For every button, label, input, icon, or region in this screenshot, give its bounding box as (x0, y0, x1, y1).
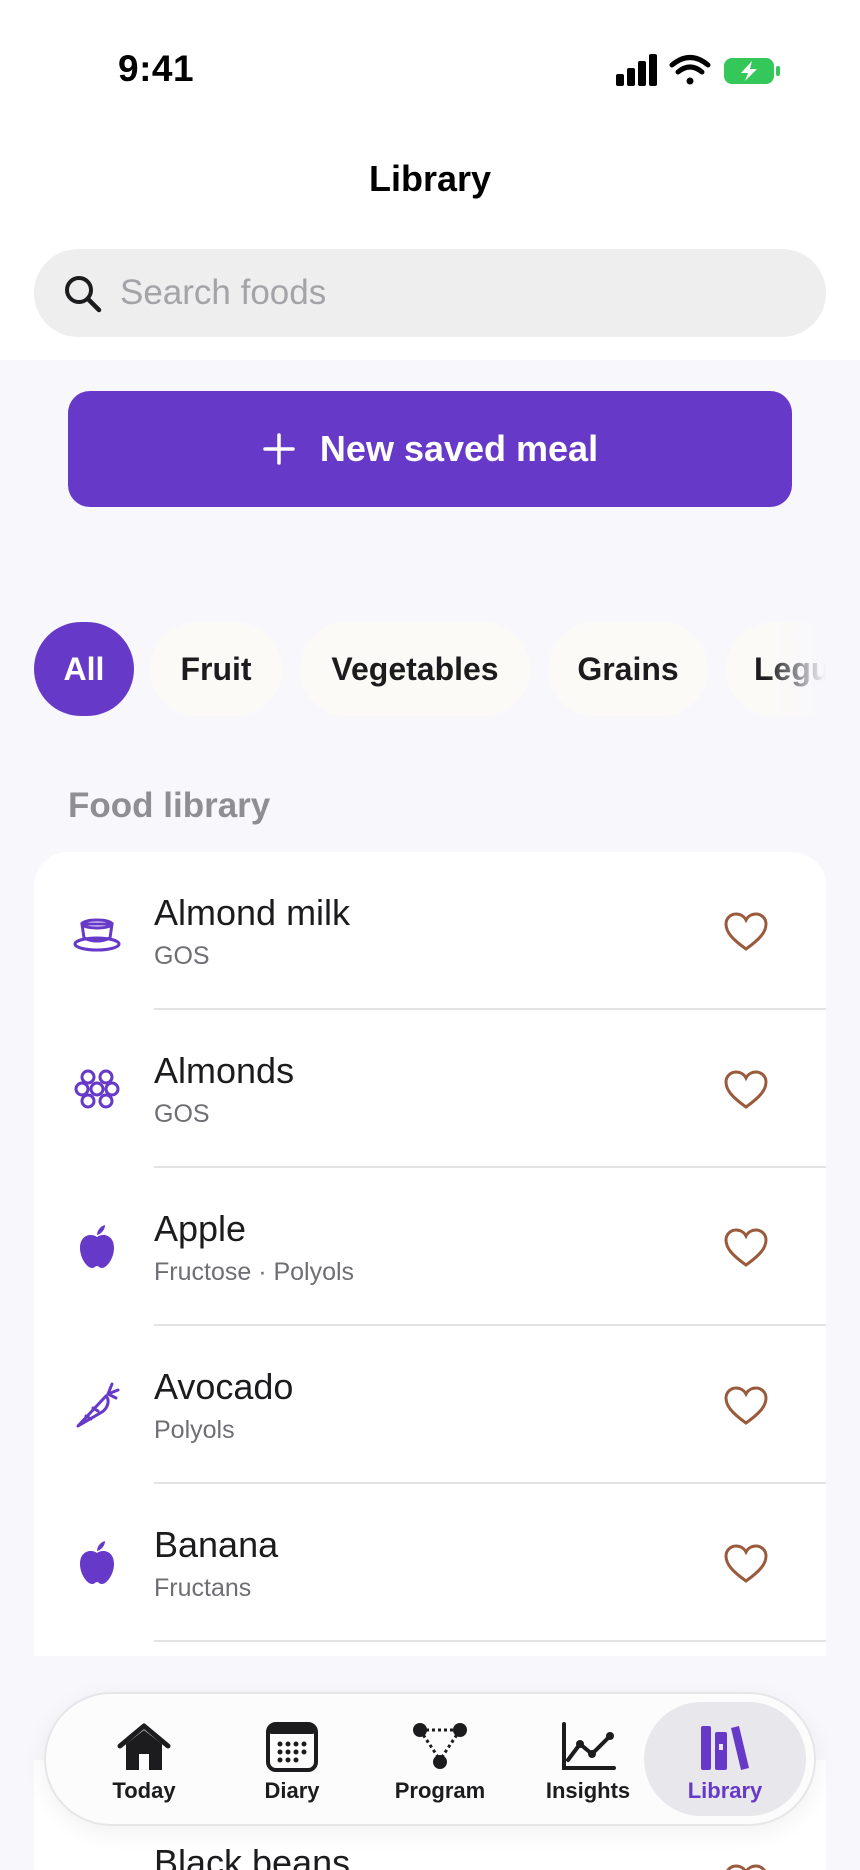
tab-label: Program (394, 1778, 486, 1803)
status-icons-svg (616, 54, 780, 86)
category-chips: All Fruit Vegetables Grains Legu (34, 622, 826, 718)
heart-icon[interactable] (722, 908, 770, 956)
nuts-icon (74, 1069, 120, 1109)
heart-icon[interactable] (722, 1382, 770, 1430)
food-name: Almonds (154, 1050, 295, 1091)
food-tags: GOS (154, 1100, 210, 1128)
chart-icon (562, 1722, 616, 1770)
chip-label: Vegetables (331, 650, 499, 687)
house-icon (117, 1723, 171, 1770)
food-name: Banana (154, 1524, 279, 1565)
tab-diary[interactable]: Diary (218, 1694, 366, 1824)
apple-icon (80, 1225, 114, 1268)
heart-icon[interactable] (722, 1540, 770, 1588)
program-icon (413, 1723, 467, 1769)
list-item[interactable]: Almonds GOS (34, 1010, 826, 1168)
cup-icon (72, 1860, 122, 1870)
chip-all[interactable]: All (34, 622, 134, 716)
wifi-icon (669, 55, 711, 85)
search-bar[interactable] (34, 249, 826, 337)
chips-fade (766, 622, 826, 718)
battery-icon (724, 58, 780, 84)
food-name: Almond milk (154, 892, 351, 933)
chip-label: Fruit (180, 650, 252, 687)
chip-fruit[interactable]: Fruit (150, 622, 282, 716)
list-item[interactable]: Banana Fructans (34, 1484, 826, 1642)
chip-label: Grains (577, 650, 679, 687)
cup-icon (73, 918, 121, 952)
section-title: Food library (68, 786, 271, 825)
tab-label: Today (112, 1778, 176, 1803)
tab-label: Insights (545, 1778, 631, 1803)
food-tags: Polyols (154, 1416, 235, 1444)
heart-icon[interactable] (722, 1860, 770, 1870)
food-tags: Fructans (154, 1574, 252, 1602)
list-item[interactable]: Almond milk GOS (34, 852, 826, 1010)
carrot-icon (76, 1382, 120, 1428)
food-tags: Fructose · Polyols (154, 1258, 355, 1286)
tab-bar: Today Diary Program Insights Library (44, 1692, 816, 1826)
list-item[interactable]: Avocado Polyols (34, 1326, 826, 1484)
food-name: Avocado (154, 1366, 294, 1407)
list-item[interactable]: Apple Fructose · Polyols (34, 1168, 826, 1326)
books-icon (701, 1726, 749, 1770)
search-input[interactable] (120, 249, 800, 337)
heart-icon[interactable] (722, 1066, 770, 1114)
food-list: Almond milk GOS Almonds GOS Apple Fructo… (34, 852, 826, 1656)
signal-icon (616, 54, 657, 86)
tab-insights[interactable]: Insights (514, 1694, 662, 1824)
apple-icon (80, 1541, 114, 1584)
food-name: Black beans (154, 1842, 351, 1870)
status-icons (614, 50, 784, 92)
tab-label: Diary (264, 1778, 320, 1803)
tab-program[interactable]: Program (366, 1694, 514, 1824)
chip-grains[interactable]: Grains (548, 622, 708, 716)
search-icon (65, 276, 102, 313)
chip-label: All (63, 650, 105, 687)
tab-today[interactable]: Today (70, 1694, 218, 1824)
plus-icon (263, 433, 295, 465)
chip-vegetables[interactable]: Vegetables (300, 622, 530, 716)
heart-icon[interactable] (722, 1224, 770, 1272)
food-name: Apple (154, 1208, 247, 1249)
page-title: Library (368, 158, 492, 199)
tab-label: Library (687, 1778, 763, 1803)
food-tags: GOS (154, 942, 210, 970)
calendar-icon (266, 1722, 318, 1772)
row-divider (154, 1640, 826, 1642)
new-saved-meal-button[interactable]: New saved meal (68, 391, 792, 507)
new-saved-meal-label: New saved meal (319, 428, 599, 469)
tab-library[interactable]: Library (651, 1694, 799, 1824)
status-time: 9:41 (118, 48, 195, 89)
